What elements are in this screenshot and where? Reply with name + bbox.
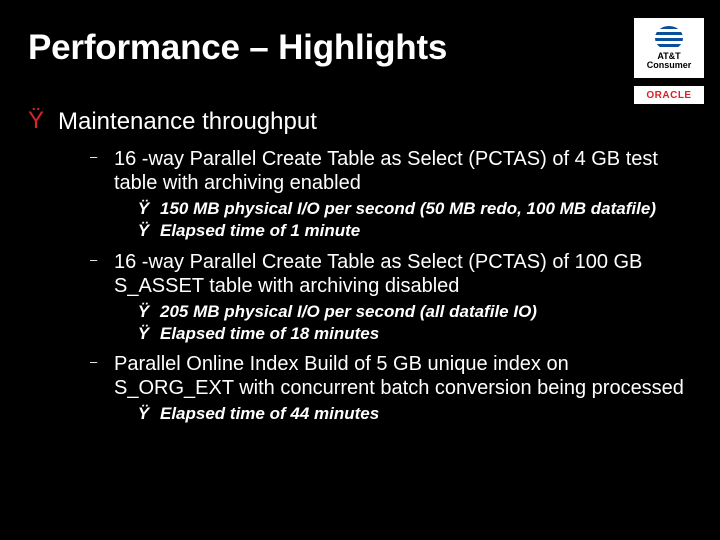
oracle-logo: ORACLE — [634, 86, 704, 104]
dash-icon: – — [90, 147, 104, 167]
bullet-level1: Ÿ Maintenance throughput — [28, 108, 692, 137]
bullet-text: 205 MB physical I/O per second (all data… — [160, 302, 537, 322]
bullet-icon: Ÿ — [138, 221, 152, 241]
bullet-text: 16 -way Parallel Create Table as Select … — [114, 250, 692, 298]
bullet-level3: Ÿ Elapsed time of 1 minute — [138, 221, 692, 241]
bullet-text: Maintenance throughput — [58, 108, 317, 137]
slide: AT&T Consumer ORACLE Performance – Highl… — [0, 0, 720, 540]
bullet-level2: – 16 -way Parallel Create Table as Selec… — [90, 250, 692, 298]
att-logo-label: AT&T Consumer — [634, 52, 704, 70]
slide-title: Performance – Highlights — [28, 28, 692, 68]
bullet-icon: Ÿ — [28, 108, 48, 134]
bullet-level3: Ÿ 150 MB physical I/O per second (50 MB … — [138, 199, 692, 219]
bullet-level3: Ÿ Elapsed time of 44 minutes — [138, 404, 692, 424]
dash-icon: – — [90, 250, 104, 270]
bullet-level3: Ÿ 205 MB physical I/O per second (all da… — [138, 302, 692, 322]
bullet-level2: – Parallel Online Index Build of 5 GB un… — [90, 352, 692, 400]
bullet-level3: Ÿ Elapsed time of 18 minutes — [138, 324, 692, 344]
bullet-text: Elapsed time of 18 minutes — [160, 324, 379, 344]
dash-icon: – — [90, 352, 104, 372]
bullet-icon: Ÿ — [138, 324, 152, 344]
oracle-logo-label: ORACLE — [646, 90, 691, 101]
bullet-icon: Ÿ — [138, 302, 152, 322]
bullet-text: Elapsed time of 44 minutes — [160, 404, 379, 424]
bullet-icon: Ÿ — [138, 199, 152, 219]
bullet-text: Parallel Online Index Build of 5 GB uniq… — [114, 352, 692, 400]
att-logo: AT&T Consumer — [634, 18, 704, 78]
bullet-text: Elapsed time of 1 minute — [160, 221, 360, 241]
logo-area: AT&T Consumer ORACLE — [634, 18, 704, 104]
bullet-text: 150 MB physical I/O per second (50 MB re… — [160, 199, 656, 219]
att-globe-icon — [655, 26, 683, 50]
bullet-text: 16 -way Parallel Create Table as Select … — [114, 147, 692, 195]
bullet-level2: – 16 -way Parallel Create Table as Selec… — [90, 147, 692, 195]
bullet-icon: Ÿ — [138, 404, 152, 424]
